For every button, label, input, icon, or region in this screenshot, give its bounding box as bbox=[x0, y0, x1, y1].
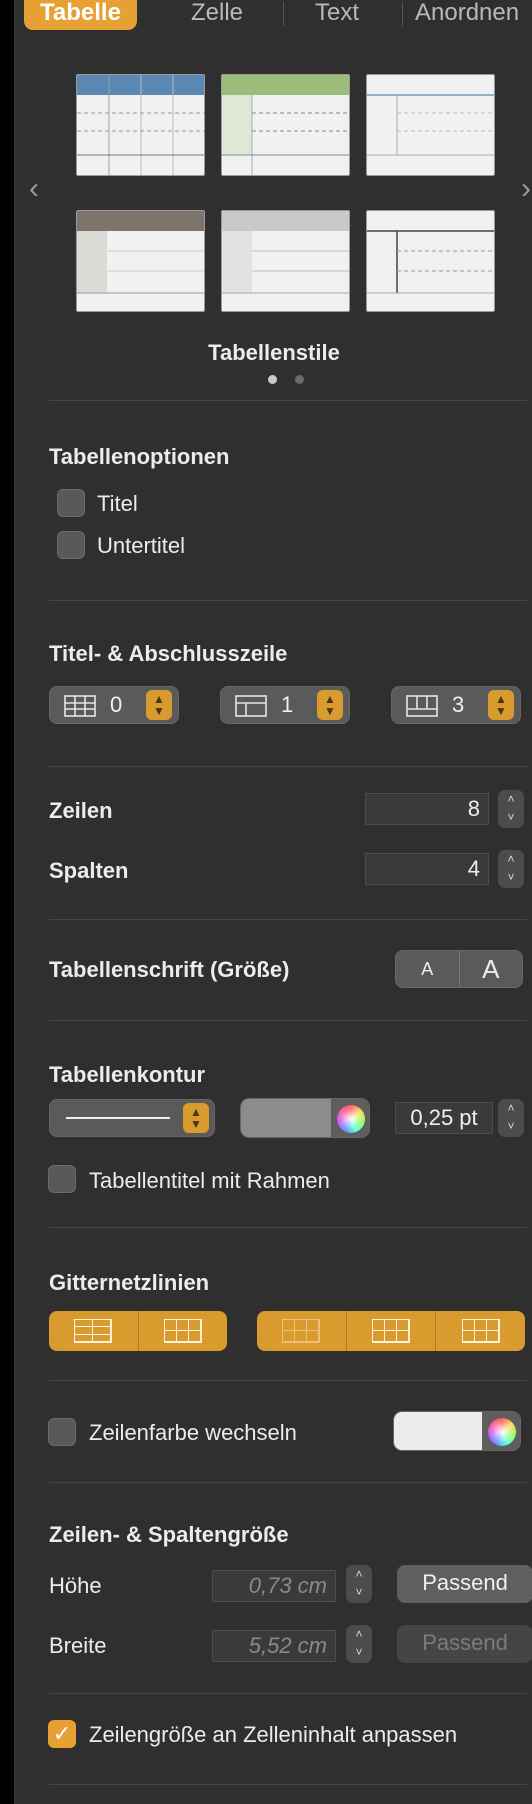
tab-separator bbox=[402, 2, 403, 26]
header-columns-stepper[interactable]: ▲ ▼ bbox=[317, 690, 343, 720]
rows-stepper[interactable]: ˄ ˅ bbox=[498, 790, 524, 828]
alternating-rows-checkbox[interactable] bbox=[48, 1418, 76, 1446]
divider bbox=[49, 600, 527, 601]
divider bbox=[49, 1227, 527, 1228]
auto-fit-label: Zeilengröße an Zelleninhalt anpassen bbox=[89, 1722, 458, 1747]
divider bbox=[49, 1020, 527, 1021]
width-stepper[interactable]: ˄ ˅ bbox=[346, 1625, 372, 1663]
font-larger-button[interactable]: A bbox=[458, 951, 523, 987]
tab-text[interactable]: Text bbox=[315, 0, 359, 31]
divider bbox=[49, 1693, 527, 1694]
subtitle-checkbox[interactable] bbox=[57, 531, 85, 559]
width-label: Breite bbox=[49, 1633, 107, 1658]
outline-style-stepper[interactable]: ▲ ▼ bbox=[183, 1103, 209, 1133]
color-wheel-icon bbox=[337, 1105, 365, 1133]
footer-rows-value: 3 bbox=[452, 692, 465, 717]
outline-color-well[interactable] bbox=[240, 1098, 370, 1138]
alternating-rows-label: Zeilenfarbe wechseln bbox=[89, 1420, 297, 1445]
title-border-label: Tabellentitel mit Rahmen bbox=[89, 1168, 330, 1193]
alternating-color-swatch bbox=[394, 1412, 482, 1450]
gridlines-table-group bbox=[49, 1311, 227, 1351]
alternating-color-well[interactable] bbox=[393, 1411, 521, 1451]
height-stepper[interactable]: ˄ ˅ bbox=[346, 1565, 372, 1603]
page-dot-active[interactable] bbox=[268, 375, 277, 384]
header-columns-icon bbox=[235, 695, 267, 717]
divider bbox=[49, 919, 527, 920]
title-checkbox-label: Titel bbox=[97, 491, 138, 516]
gridlines-heading: Gitternetzlinien bbox=[49, 1270, 210, 1295]
gridlines-horizontal-body-button[interactable] bbox=[49, 1311, 138, 1351]
divider bbox=[49, 1784, 527, 1785]
table-style-thumbnail-green[interactable] bbox=[221, 74, 350, 176]
width-fit-button[interactable]: Passend bbox=[397, 1625, 532, 1663]
table-style-thumbnail-plain[interactable] bbox=[366, 210, 495, 312]
table-outline-heading: Tabellenkontur bbox=[49, 1062, 206, 1087]
header-rows-control[interactable]: 0 ▲ ▼ bbox=[49, 686, 179, 724]
outline-color-swatch bbox=[241, 1099, 331, 1137]
header-footer-heading: Titel- & Abschlusszeile bbox=[49, 641, 288, 666]
gridlines-vertical-body-button[interactable] bbox=[137, 1311, 228, 1351]
format-inspector-panel: Tabelle Zelle Text Anordnen ‹ › Tabellen… bbox=[14, 0, 532, 1804]
subtitle-checkbox-label: Untertitel bbox=[97, 533, 186, 558]
gridlines-footer-row-button[interactable] bbox=[435, 1311, 525, 1351]
color-wheel-icon bbox=[488, 1418, 516, 1446]
title-checkbox[interactable] bbox=[57, 489, 85, 517]
height-label: Höhe bbox=[49, 1573, 102, 1598]
table-style-thumbnail-minimal[interactable] bbox=[366, 74, 495, 176]
table-styles-label: Tabellenstile bbox=[208, 340, 340, 365]
title-border-checkbox[interactable] bbox=[48, 1165, 76, 1193]
tab-zelle[interactable]: Zelle bbox=[191, 0, 243, 31]
divider bbox=[49, 766, 527, 767]
font-size-segmented: A A bbox=[395, 950, 523, 988]
rows-field[interactable]: 8 bbox=[365, 793, 489, 825]
footer-row-grid-icon bbox=[461, 1319, 500, 1343]
page-dot[interactable] bbox=[295, 375, 304, 384]
line-style-preview bbox=[66, 1117, 170, 1119]
table-font-size-label: Tabellenschrift (Größe) bbox=[49, 957, 290, 982]
columns-field[interactable]: 4 bbox=[365, 853, 489, 885]
header-rows-value: 0 bbox=[110, 692, 123, 717]
divider bbox=[49, 1380, 527, 1381]
outline-width-field[interactable]: 0,25 pt bbox=[395, 1102, 493, 1134]
header-rows-icon bbox=[64, 695, 96, 717]
outline-style-popup[interactable]: ▲ ▼ bbox=[49, 1099, 215, 1137]
chevron-right-icon[interactable]: › bbox=[521, 172, 531, 206]
gridlines-header-row-button[interactable] bbox=[345, 1311, 436, 1351]
rows-label: Zeilen bbox=[49, 798, 113, 823]
vertical-grid-icon bbox=[163, 1319, 202, 1343]
height-field[interactable]: 0,73 cm bbox=[212, 1570, 336, 1602]
horizontal-grid-icon bbox=[74, 1319, 113, 1343]
width-field[interactable]: 5,52 cm bbox=[212, 1630, 336, 1662]
tab-separator bbox=[283, 2, 284, 26]
auto-fit-checkbox[interactable]: ✓ bbox=[48, 1720, 76, 1748]
columns-stepper[interactable]: ˄ ˅ bbox=[498, 850, 524, 888]
gridlines-header-column-button[interactable] bbox=[257, 1311, 346, 1351]
footer-rows-control[interactable]: 3 ▲ ▼ bbox=[391, 686, 521, 724]
columns-label: Spalten bbox=[49, 858, 129, 883]
chevron-left-icon[interactable]: ‹ bbox=[29, 172, 39, 206]
header-columns-control[interactable]: 1 ▲ ▼ bbox=[220, 686, 350, 724]
table-style-thumbnail-brown[interactable] bbox=[76, 210, 205, 312]
header-row-grid-icon bbox=[372, 1319, 410, 1343]
divider bbox=[49, 400, 527, 401]
table-style-thumbnail-blue[interactable] bbox=[76, 74, 205, 176]
outline-width-stepper[interactable]: ˄ ˅ bbox=[498, 1099, 524, 1137]
table-style-thumbnail-gray[interactable] bbox=[221, 210, 350, 312]
tab-anordnen[interactable]: Anordnen bbox=[415, 0, 532, 31]
font-smaller-button[interactable]: A bbox=[396, 951, 459, 987]
size-heading: Zeilen- & Spaltengröße bbox=[49, 1522, 289, 1547]
header-column-grid-icon bbox=[282, 1319, 321, 1343]
tab-tabelle[interactable]: Tabelle bbox=[24, 0, 137, 30]
footer-rows-icon bbox=[406, 695, 438, 717]
gridlines-header-group bbox=[257, 1311, 525, 1351]
header-columns-value: 1 bbox=[281, 692, 294, 717]
divider bbox=[49, 1482, 527, 1483]
footer-rows-stepper[interactable]: ▲ ▼ bbox=[488, 690, 514, 720]
header-rows-stepper[interactable]: ▲ ▼ bbox=[146, 690, 172, 720]
table-options-heading: Tabellenoptionen bbox=[49, 444, 230, 469]
height-fit-button[interactable]: Passend bbox=[397, 1565, 532, 1603]
